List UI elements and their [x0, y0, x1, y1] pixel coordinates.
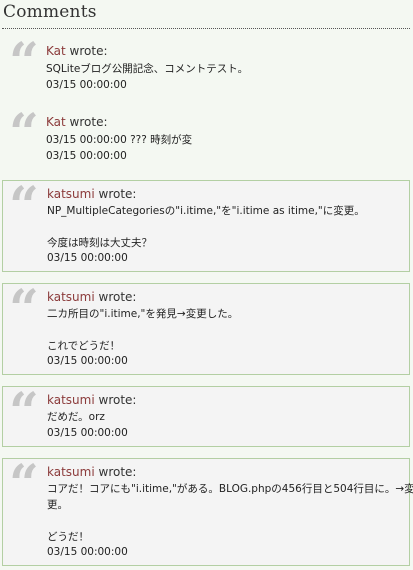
comment-author-line: katsumi wrote:: [47, 290, 136, 305]
comment-verb: wrote:: [69, 44, 108, 58]
comment-verb: wrote:: [98, 187, 137, 201]
comment-author[interactable]: Kat: [46, 115, 66, 129]
comment-item: “ katsumi wrote: だめだ。orz 03/15 00:00:00: [2, 386, 410, 447]
comment-line: これでどうだ！: [47, 340, 121, 352]
quote-icon: “: [9, 279, 39, 340]
comment-body: 二カ所目の"i.itime,"を発見→変更した。 これでどうだ！: [47, 306, 407, 354]
comment-body: だめだ。orz: [47, 409, 407, 425]
comment-line: 更。: [47, 499, 68, 511]
comment-author-line: Kat wrote:: [46, 115, 108, 130]
comment-line: コアだ！コアにも"i.itime,"がある。BLOG.phpの456行目と504…: [47, 483, 413, 495]
comment-time: 03/15 00:00:00: [46, 79, 127, 91]
comment-line: [47, 513, 407, 529]
comment-author[interactable]: katsumi: [47, 465, 95, 479]
comment-author-line: katsumi wrote:: [47, 393, 136, 408]
quote-icon: “: [9, 103, 39, 164]
comment-time: 03/15 00:00:00: [47, 546, 128, 558]
comment-item: “ Kat wrote: SQLiteブログ公開記念、コメントテスト。 03/1…: [2, 37, 410, 99]
comment-body: 03/15 00:00:00 ??? 時刻が変: [46, 132, 406, 148]
comment-author-line: Kat wrote:: [46, 44, 108, 59]
comment-line: [47, 219, 407, 235]
comment-item: “ Kat wrote: 03/15 00:00:00 ??? 時刻が変 03/…: [2, 108, 410, 170]
comment-line: どうだ！: [47, 531, 89, 543]
quote-icon: “: [9, 382, 39, 443]
comment-line: 03/15 00:00:00 ??? 時刻が変: [46, 134, 193, 146]
comment-time: 03/15 00:00:00: [46, 150, 127, 162]
comment-verb: wrote:: [98, 465, 137, 479]
quote-icon: “: [9, 32, 39, 93]
comment-body: コアだ！コアにも"i.itime,"がある。BLOG.phpの456行目と504…: [47, 481, 413, 545]
comment-author-line: katsumi wrote:: [47, 465, 136, 480]
comment-verb: wrote:: [98, 290, 137, 304]
comment-body: SQLiteブログ公開記念、コメントテスト。: [46, 61, 406, 77]
comment-time: 03/15 00:00:00: [47, 355, 128, 367]
comment-author[interactable]: katsumi: [47, 290, 95, 304]
quote-icon: “: [9, 454, 39, 515]
comment-line: 二カ所目の"i.itime,"を発見→変更した。: [47, 308, 239, 320]
comment-author[interactable]: katsumi: [47, 187, 95, 201]
comment-line: 今度は時刻は大丈夫？: [47, 237, 152, 249]
comment-verb: wrote:: [69, 115, 108, 129]
quote-icon: “: [9, 176, 39, 237]
comment-time: 03/15 00:00:00: [47, 252, 128, 264]
comment-line: [47, 322, 407, 338]
comment-author[interactable]: Kat: [46, 44, 66, 58]
comment-item: “ katsumi wrote: コアだ！コアにも"i.itime,"がある。B…: [2, 454, 413, 566]
comments-title: Comments: [3, 2, 97, 22]
comment-author[interactable]: katsumi: [47, 393, 95, 407]
comment-author-line: katsumi wrote:: [47, 187, 136, 202]
comment-line: だめだ。orz: [47, 411, 105, 423]
comment-item: “ katsumi wrote: 二カ所目の"i.itime,"を発見→変更した…: [2, 283, 410, 375]
comments-heading: Comments: [2, 1, 410, 29]
comment-body: NP_MultipleCategoriesの"i.itime,"を"i.itim…: [47, 203, 407, 251]
comment-line: SQLiteブログ公開記念、コメントテスト。: [46, 63, 249, 75]
comment-item: “ katsumi wrote: NP_MultipleCategoriesの"…: [2, 180, 410, 272]
comment-time: 03/15 00:00:00: [47, 427, 128, 439]
comment-verb: wrote:: [98, 393, 137, 407]
comment-line: NP_MultipleCategoriesの"i.itime,"を"i.itim…: [47, 205, 365, 217]
